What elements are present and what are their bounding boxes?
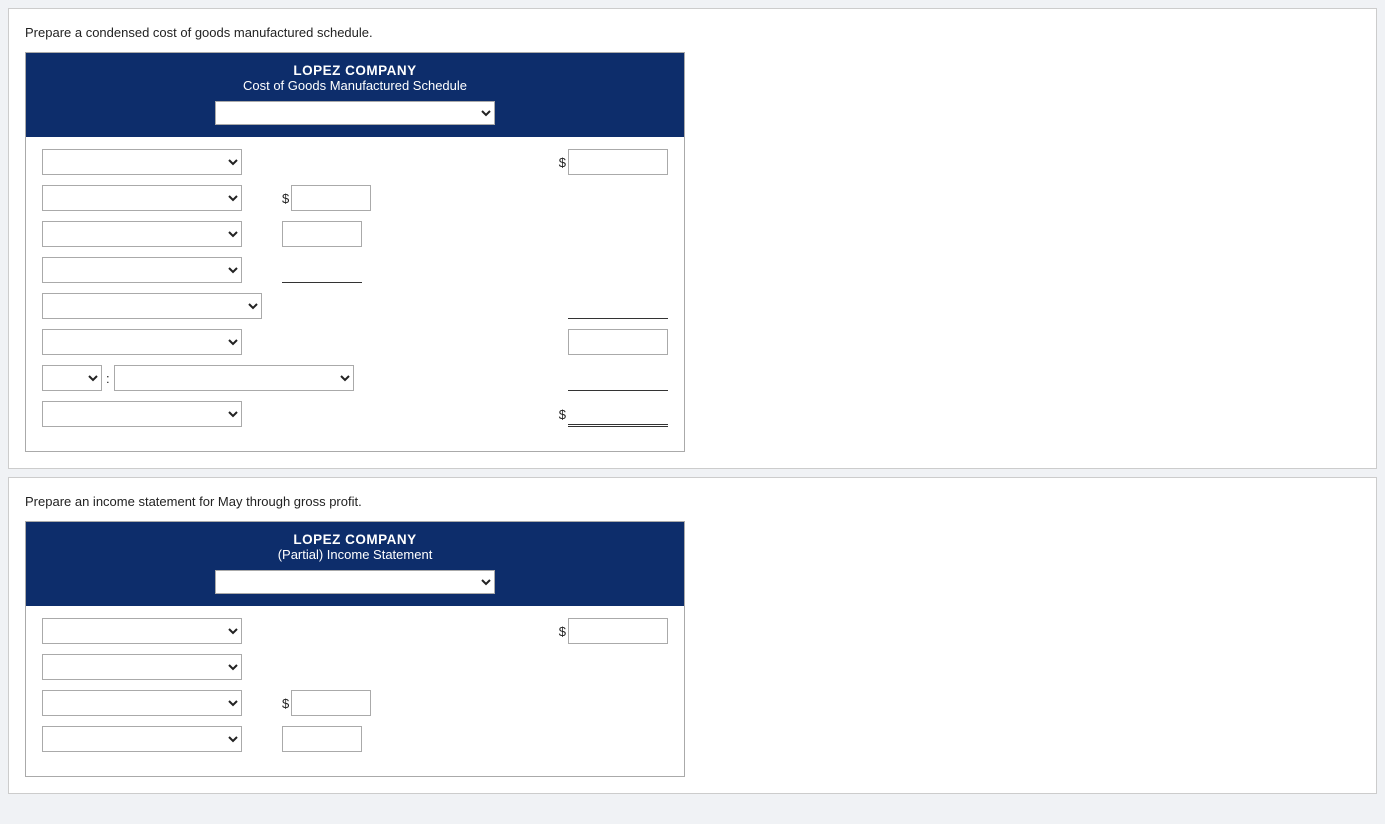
row3-amount[interactable] bbox=[282, 221, 362, 247]
section1-instruction: Prepare a condensed cost of goods manufa… bbox=[25, 25, 1360, 40]
row6-label-select[interactable] bbox=[42, 329, 242, 355]
schedule-income-statement: LOPEZ COMPANY (Partial) Income Statement… bbox=[25, 521, 685, 777]
row8-dollar: $ bbox=[559, 407, 566, 422]
row8-right: $ bbox=[559, 401, 668, 427]
company-name-2: LOPEZ COMPANY bbox=[34, 532, 676, 547]
s2-form-row-4 bbox=[42, 724, 668, 754]
section-cost-of-goods: Prepare a condensed cost of goods manufa… bbox=[8, 8, 1377, 469]
schedule-header-1: LOPEZ COMPANY Cost of Goods Manufactured… bbox=[26, 53, 684, 137]
row5-label-select[interactable] bbox=[42, 293, 262, 319]
form-row-3 bbox=[42, 219, 668, 249]
form-row-4 bbox=[42, 255, 668, 285]
row1-amount[interactable] bbox=[568, 149, 668, 175]
section-income-statement: Prepare an income statement for May thro… bbox=[8, 477, 1377, 794]
row7-right bbox=[568, 365, 668, 391]
period-select-2[interactable]: For the Month Ended May 31 bbox=[215, 570, 495, 594]
section2-instruction: Prepare an income statement for May thro… bbox=[25, 494, 1360, 509]
form-row-1: $ bbox=[42, 147, 668, 177]
row8-label-select[interactable] bbox=[42, 401, 242, 427]
form-row-8: $ bbox=[42, 399, 668, 429]
s2-row1-dollar: $ bbox=[559, 624, 566, 639]
company-name-1: LOPEZ COMPANY bbox=[34, 63, 676, 78]
s2-row4-label-select[interactable] bbox=[42, 726, 242, 752]
row4-label-select[interactable] bbox=[42, 257, 242, 283]
row6-amount[interactable] bbox=[568, 329, 668, 355]
row1-right: $ bbox=[559, 149, 668, 175]
row2-label-select[interactable] bbox=[42, 185, 242, 211]
s2-row1-label-select[interactable] bbox=[42, 618, 242, 644]
schedule-header-2: LOPEZ COMPANY (Partial) Income Statement… bbox=[26, 522, 684, 606]
s2-row3-mid: $ bbox=[282, 690, 371, 716]
row4-mid bbox=[282, 257, 362, 283]
row7-amount[interactable] bbox=[568, 365, 668, 391]
period-select-1[interactable]: For the Month Ended May 31 bbox=[215, 101, 495, 125]
s2-row3-dollar: $ bbox=[282, 696, 289, 711]
schedule-cost-of-goods: LOPEZ COMPANY Cost of Goods Manufactured… bbox=[25, 52, 685, 452]
s2-row2-label-select[interactable] bbox=[42, 654, 242, 680]
s2-row3-amount[interactable] bbox=[291, 690, 371, 716]
row2-amount[interactable] bbox=[291, 185, 371, 211]
row2-dollar: $ bbox=[282, 191, 289, 206]
schedule-body-2: $ $ bbox=[26, 606, 684, 776]
schedule-title-2: (Partial) Income Statement bbox=[34, 547, 676, 562]
s2-row1-right: $ bbox=[559, 618, 668, 644]
form-row-7: : bbox=[42, 363, 668, 393]
row1-dollar: $ bbox=[559, 155, 566, 170]
row7-label-select-md[interactable] bbox=[114, 365, 354, 391]
s2-form-row-1: $ bbox=[42, 616, 668, 646]
s2-row4-mid bbox=[282, 726, 362, 752]
row4-amount[interactable] bbox=[282, 257, 362, 283]
row3-label-select[interactable] bbox=[42, 221, 242, 247]
form-row-5 bbox=[42, 291, 668, 321]
row7-label-select-sm[interactable] bbox=[42, 365, 102, 391]
schedule-title-1: Cost of Goods Manufactured Schedule bbox=[34, 78, 676, 93]
schedule-body-1: $ $ bbox=[26, 137, 684, 451]
row3-mid bbox=[282, 221, 362, 247]
s2-row1-amount[interactable] bbox=[568, 618, 668, 644]
row8-amount[interactable] bbox=[568, 401, 668, 427]
form-row-2: $ bbox=[42, 183, 668, 213]
row5-amount[interactable] bbox=[568, 293, 668, 319]
row5-right bbox=[568, 293, 668, 319]
form-row-6 bbox=[42, 327, 668, 357]
s2-form-row-2 bbox=[42, 652, 668, 682]
s2-row4-amount[interactable] bbox=[282, 726, 362, 752]
s2-form-row-3: $ bbox=[42, 688, 668, 718]
row2-mid: $ bbox=[282, 185, 371, 211]
row1-label-select[interactable] bbox=[42, 149, 242, 175]
row6-right bbox=[568, 329, 668, 355]
s2-row3-label-select[interactable] bbox=[42, 690, 242, 716]
row7-separator: : bbox=[106, 371, 110, 386]
